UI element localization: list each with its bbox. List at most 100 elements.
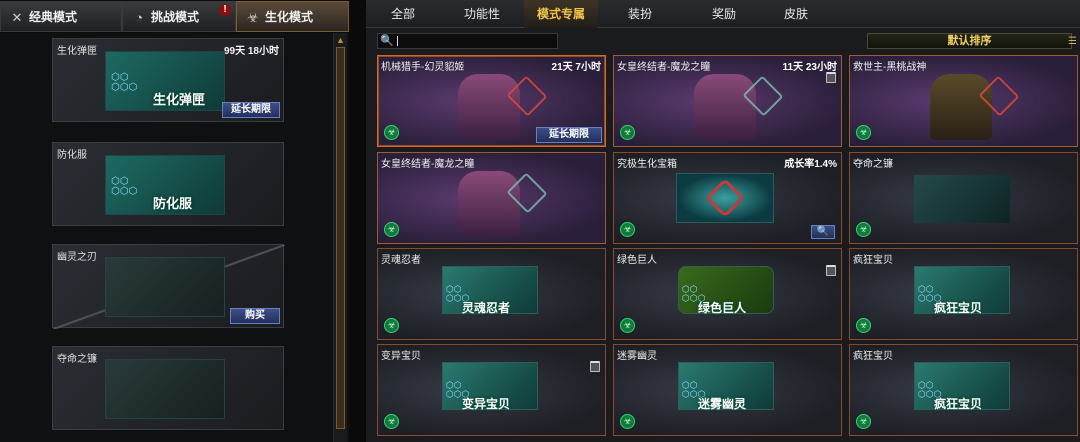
sort-label: 默认排序: [947, 35, 992, 47]
grid-item[interactable]: 究极生化宝箱 成长率1.4% ☣ 🔍: [613, 152, 842, 244]
trash-icon[interactable]: [590, 361, 600, 372]
scrollbar-thumb[interactable]: [336, 47, 345, 429]
item-title: 绿色巨人: [617, 255, 657, 266]
item-title: 究极生化宝箱: [617, 159, 677, 170]
scroll-up-arrow-icon[interactable]: ▲: [336, 35, 345, 45]
item-banner-label: 防化服: [153, 196, 193, 211]
item-title: 变异宝贝: [381, 351, 421, 362]
grid-item[interactable]: 迷雾幽灵 ⬡⬡ ⬡⬡⬡ 迷雾幽灵 ☣: [613, 344, 842, 436]
biohazard-icon: ☣: [384, 222, 399, 237]
grid-item[interactable]: 夺命之镰 ☣: [849, 152, 1078, 244]
item-title: 疯狂宝贝: [853, 255, 893, 266]
character-portrait: [458, 74, 520, 140]
crossed-swords-icon: ✕: [11, 10, 23, 25]
item-title: 夺命之镰: [853, 159, 893, 170]
item-banner-label: 迷雾幽灵: [698, 397, 747, 411]
grid-item[interactable]: 灵魂忍者 ⬡⬡ ⬡⬡⬡ 灵魂忍者 ☣: [377, 248, 606, 340]
item-title: 疯狂宝贝: [853, 351, 893, 362]
character-portrait: [930, 74, 992, 140]
search-icon: 🔍: [380, 35, 394, 47]
biohazard-icon: ☣: [620, 222, 635, 237]
list-item[interactable]: 生化弹匣 99天 18小时 ⬡⬡ ⬡⬡⬡ 生化弹匣 延长期限: [52, 38, 284, 122]
biohazard-icon: ☣: [384, 318, 399, 333]
tab-label: 挑战模式: [151, 10, 200, 24]
sort-dropdown[interactable]: 默认排序 ☰: [867, 33, 1077, 49]
biohazard-icon: ☣: [620, 318, 635, 333]
item-banner-label: 疯狂宝贝: [934, 301, 983, 315]
item-title: 机械猎手-幻灵貂姬: [381, 62, 465, 73]
left-panel: ✕ 经典模式 ◔ 挑战模式 ! ☣ 生化模式 生化弹匣 99天 18小时 ⬡⬡ ⬡…: [0, 0, 349, 442]
item-title: 女皇终结者-魔龙之瞳: [381, 159, 475, 170]
item-time-remaining: 99天 18小时: [223, 46, 279, 57]
biohazard-icon: ☣: [384, 125, 399, 140]
list-item[interactable]: 幽灵之刃 购买: [52, 244, 285, 329]
grid-item[interactable]: 女皇终结者-魔龙之瞳 11天 23小时 ☣: [613, 55, 842, 147]
hexagon-icon: ⬡⬡ ⬡⬡⬡: [111, 176, 138, 197]
grid-item[interactable]: 女皇终结者-魔龙之瞳 ☣: [377, 152, 606, 244]
item-banner-label: 生化弹匣: [153, 92, 206, 107]
grid-item[interactable]: 变异宝贝 ⬡⬡ ⬡⬡⬡ 变异宝贝 ☣: [377, 344, 606, 436]
tab-functional[interactable]: 功能性: [440, 0, 524, 28]
text-caret: [397, 36, 398, 46]
biohazard-icon: ☣: [620, 414, 635, 429]
item-grid: 机械猎手-幻灵貂姬 21天 7小时 ☣ 延长期限 女皇终结者-魔龙之瞳 11天 …: [377, 55, 1080, 442]
tab-mode-exclusive[interactable]: 模式专属: [524, 0, 598, 28]
biohazard-icon: ☣: [247, 10, 259, 25]
scythe-image: [105, 359, 225, 419]
grid-item[interactable]: 绿色巨人 ⬡⬡ ⬡⬡⬡ 绿色巨人 ☣: [613, 248, 842, 340]
hexagon-icon: ⬡⬡ ⬡⬡⬡: [111, 72, 138, 93]
item-title: 生化弹匣: [57, 46, 97, 57]
tab-rewards[interactable]: 奖励: [682, 0, 766, 28]
panel-divider: [349, 0, 366, 442]
tab-label: 生化模式: [265, 10, 314, 24]
item-time-remaining: 11天 23小时: [782, 62, 837, 73]
emblem-icon: [705, 178, 745, 218]
biohazard-icon: ☣: [856, 318, 871, 333]
biohazard-icon: ☣: [620, 125, 635, 140]
character-portrait: [458, 171, 520, 237]
tab-label: 经典模式: [29, 10, 78, 24]
menu-icon[interactable]: ☰: [1068, 35, 1077, 49]
item-banner-label: 绿色巨人: [698, 301, 747, 315]
preview-button[interactable]: 🔍: [811, 225, 835, 239]
biohazard-icon: ☣: [384, 414, 399, 429]
mode-tabs: ✕ 经典模式 ◔ 挑战模式 ! ☣ 生化模式: [0, 0, 349, 33]
left-scrollbar[interactable]: ▲: [333, 33, 347, 442]
character-portrait: [694, 74, 756, 140]
item-title: 救世主-黑桃战神: [853, 62, 927, 73]
grid-item[interactable]: 机械猎手-幻灵貂姬 21天 7小时 ☣ 延长期限: [377, 55, 606, 147]
extend-button[interactable]: 延长期限: [536, 127, 602, 143]
treasure-chest-image: [676, 173, 774, 223]
item-growth-rate: 成长率1.4%: [784, 159, 837, 170]
tab-skins[interactable]: 皮肤: [766, 0, 826, 28]
biohazard-icon: ☣: [856, 125, 871, 140]
tab-all[interactable]: 全部: [366, 0, 440, 28]
item-title: 防化服: [57, 150, 87, 161]
grid-item[interactable]: 救世主-黑桃战神 ☣: [849, 55, 1078, 147]
grid-item[interactable]: 疯狂宝贝 ⬡⬡ ⬡⬡⬡ 疯狂宝贝 ☣: [849, 248, 1078, 340]
item-time-remaining: 21天 7小时: [551, 62, 601, 73]
item-title: 迷雾幽灵: [617, 351, 657, 362]
tab-challenge-mode[interactable]: ◔ 挑战模式 !: [122, 1, 236, 32]
list-item[interactable]: 防化服 ⬡⬡ ⬡⬡⬡ 防化服: [52, 142, 284, 226]
biohazard-icon: ☣: [856, 414, 871, 429]
item-title: 幽灵之刃: [57, 252, 97, 263]
trash-icon[interactable]: [826, 72, 836, 83]
item-title: 夺命之镰: [57, 354, 97, 365]
tab-outfit[interactable]: 装扮: [598, 0, 682, 28]
list-item[interactable]: 夺命之镰: [52, 346, 284, 430]
item-banner-label: 变异宝贝: [462, 397, 511, 411]
extend-button[interactable]: 延长期限: [222, 102, 280, 118]
store-panel: 全部 功能性 模式专属 装扮 奖励 皮肤 🔍 默认排序 ☰ 机械猎手-幻灵貂姬 …: [366, 0, 1080, 442]
search-input[interactable]: 🔍: [377, 33, 558, 49]
tab-biochemical-mode[interactable]: ☣ 生化模式: [236, 1, 349, 32]
game-store-window: ✕ 经典模式 ◔ 挑战模式 ! ☣ 生化模式 生化弹匣 99天 18小时 ⬡⬡ ⬡…: [0, 0, 1080, 442]
item-title: 灵魂忍者: [381, 255, 421, 266]
tab-classic-mode[interactable]: ✕ 经典模式: [0, 1, 122, 32]
biohazard-icon: ☣: [856, 222, 871, 237]
buy-button[interactable]: 购买: [230, 308, 280, 324]
trash-icon[interactable]: [826, 265, 836, 276]
grid-item[interactable]: 疯狂宝贝 ⬡⬡ ⬡⬡⬡ 疯狂宝贝 ☣: [849, 344, 1078, 436]
item-banner-label: 疯狂宝贝: [934, 397, 983, 411]
alert-badge: !: [219, 4, 231, 16]
